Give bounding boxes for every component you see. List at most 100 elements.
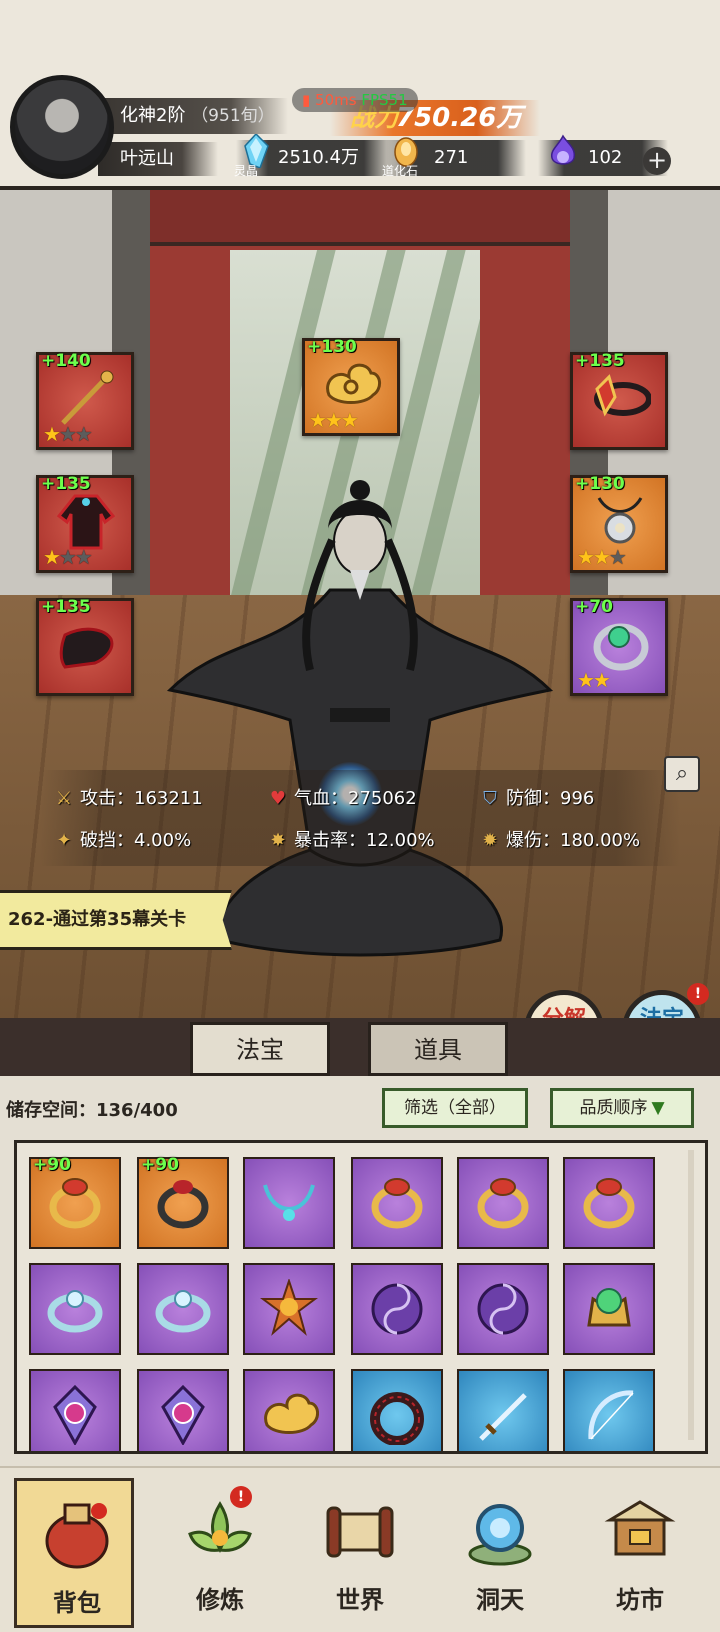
currency-value: 271 (434, 147, 469, 168)
currency-daohua-stone: 道化石 271 (382, 137, 526, 178)
inventory-slot[interactable] (563, 1263, 655, 1355)
sort-label: 品质顺序 (579, 1098, 648, 1118)
equip-level: +70 (575, 597, 613, 617)
lotus-gem-icon (53, 1385, 97, 1445)
inventory-slot[interactable]: +90 (137, 1155, 229, 1249)
inventory-slot[interactable] (29, 1369, 121, 1451)
jade-ring-icon (593, 623, 649, 671)
ping-value: 50ms (315, 91, 357, 109)
equip-slot-top[interactable]: +130 ★★★ (302, 337, 400, 436)
spirit-crystal-icon (244, 134, 269, 168)
portal-icon (468, 1504, 532, 1566)
inventory-slot[interactable] (351, 1157, 443, 1249)
equip-slot-right-3[interactable]: +70 ★★ (570, 597, 668, 696)
nav-label: 修炼 (196, 1586, 244, 1614)
inventory-grid: +90 +90 (14, 1140, 708, 1454)
inventory-slot[interactable] (243, 1369, 335, 1451)
quest-banner[interactable]: 262-通过第35幕关卡 (0, 890, 232, 950)
inventory-slot[interactable] (457, 1263, 549, 1355)
fps-value: FPS51 (361, 91, 408, 109)
crit-icon: ✸ (270, 830, 286, 851)
star-rating: ★★★ (577, 545, 627, 569)
staff-icon (61, 370, 114, 425)
nav-label: 坊市 (616, 1586, 664, 1614)
inventory-slot[interactable] (351, 1369, 443, 1451)
robe-icon (56, 494, 116, 550)
inventory-slot[interactable] (243, 1263, 335, 1355)
nav-market[interactable]: 坊市 (580, 1478, 700, 1628)
equip-slot-right-2[interactable]: +130 ★★★ (570, 474, 668, 573)
silver-ring-icon (47, 1290, 103, 1333)
realm-label: 化神2阶 (120, 105, 186, 126)
scroll-map-icon (326, 1506, 394, 1558)
pendant-icon (597, 497, 643, 544)
equip-slot-left-2[interactable]: +135 ★★★ (36, 474, 134, 573)
purple-flame-icon (550, 134, 576, 165)
currency-value: 2510.4万 (278, 147, 359, 168)
equip-slot-left-1[interactable]: +140 ★★★ (36, 351, 134, 450)
add-currency-button[interactable]: + (643, 147, 671, 175)
zoom-icon[interactable]: ⌕ (664, 756, 700, 792)
equip-level: +135 (575, 351, 625, 371)
equip-slot-right-1[interactable]: +135 (570, 351, 668, 450)
alert-badge: ! (230, 1486, 252, 1508)
taiji-orb-icon (477, 1283, 529, 1335)
nav-backpack[interactable]: 背包 (14, 1478, 134, 1628)
dark-wreath-icon (370, 1392, 424, 1445)
inventory-slot[interactable] (563, 1157, 655, 1249)
inventory-slot[interactable] (243, 1157, 335, 1249)
inventory-slot[interactable] (457, 1157, 549, 1249)
gold-ring-icon (371, 1178, 423, 1229)
stat-defense: ⛉ 防御：996 (478, 786, 594, 812)
equip-slot-left-3[interactable]: +135 (36, 597, 134, 696)
currency-value: 102 (588, 147, 623, 168)
inventory-slot[interactable]: +90 (29, 1155, 121, 1249)
inventory-slot[interactable] (137, 1263, 229, 1355)
gold-ring-icon (583, 1178, 635, 1229)
market-icon (604, 1500, 676, 1556)
shield-icon: ⛉ (483, 788, 497, 809)
necklace-icon (263, 1184, 315, 1221)
equip-level: +130 (575, 474, 625, 494)
inventory-slot[interactable] (137, 1369, 229, 1451)
stat-pierce: ✦ 破挡：4.00% (52, 828, 191, 854)
chevron-down-icon: ▼ (651, 1098, 665, 1118)
stat-crit-rate: ✸ 暴击率：12.00% (266, 828, 434, 854)
tab-bar (0, 1018, 720, 1076)
gold-ring-icon (49, 1178, 101, 1229)
storage-capacity: 储存空间：136/400 (6, 1100, 178, 1121)
sun-medallion-icon (260, 1279, 318, 1336)
top-status-bar: 化神2阶 （951旬） 叶远山 战力 750.26万 ▮ 50ms FPS51 … (0, 0, 720, 190)
inventory-slot[interactable] (457, 1369, 549, 1451)
player-avatar[interactable] (10, 75, 114, 179)
nav-label: 背包 (53, 1589, 101, 1617)
nav-cave[interactable]: 洞天 (440, 1478, 560, 1628)
stat-crit-damage: ✹ 爆伤：180.00% (478, 828, 640, 854)
currency-tag: 道化石 (382, 164, 419, 178)
nav-cultivate[interactable]: ! 修炼 (160, 1478, 280, 1628)
lotus-gem-icon (161, 1385, 205, 1445)
cloud-crown-icon (264, 1393, 319, 1434)
tab-treasures[interactable]: 法宝 (190, 1022, 330, 1076)
nav-world[interactable]: 世界 (300, 1478, 420, 1628)
star-rating: ★★★ (309, 408, 359, 432)
silver-ring-icon (155, 1290, 211, 1333)
currency-spirit-crystal: 灵晶 2510.4万 (234, 134, 396, 178)
sword-icon (479, 1393, 527, 1441)
inventory-slot[interactable] (29, 1263, 121, 1355)
filter-dropdown[interactable]: 筛选（全部） (382, 1088, 528, 1128)
cloud-crown-icon (326, 363, 381, 404)
currency-tag: 灵晶 (234, 164, 259, 178)
nav-label: 洞天 (476, 1586, 524, 1614)
inventory-scrollbar[interactable] (688, 1150, 694, 1440)
taiji-orb-icon (371, 1283, 423, 1335)
inventory-slot[interactable] (563, 1369, 655, 1451)
fps-indicator: ▮ 50ms FPS51 (292, 88, 418, 112)
star-rating: ★★★ (43, 545, 93, 569)
equip-level: +130 (307, 337, 357, 357)
inventory-slot[interactable] (351, 1263, 443, 1355)
tab-items[interactable]: 道具 (368, 1022, 508, 1076)
star-rating: ★★ (577, 668, 611, 692)
headband-icon (594, 374, 651, 417)
sort-dropdown[interactable]: 品质顺序 ▼ (550, 1088, 694, 1128)
